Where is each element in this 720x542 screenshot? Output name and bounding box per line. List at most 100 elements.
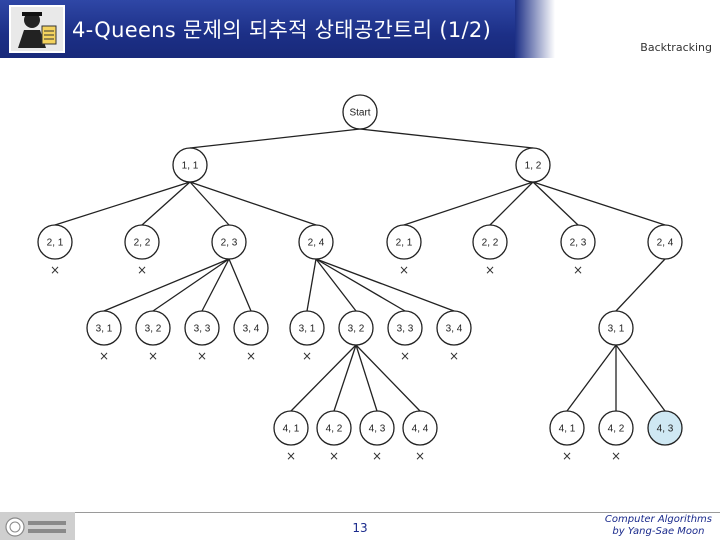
prune-mark-icon: ×	[372, 449, 382, 463]
prune-mark-icon: ×	[399, 263, 409, 277]
node-label: 2, 4	[657, 238, 674, 249]
prune-mark-icon: ×	[302, 349, 312, 363]
tree-node-b7: 2, 3 ×	[560, 224, 596, 277]
prune-mark-icon: ×	[562, 449, 572, 463]
tree-node-c6: 3, 2	[338, 310, 374, 346]
topic-label: Backtracking	[640, 41, 712, 54]
node-label: 2, 1	[396, 238, 413, 249]
tree-edge	[189, 128, 361, 149]
node-label: 4, 1	[559, 424, 576, 435]
node-label: 2, 2	[134, 238, 151, 249]
tree-edge	[615, 344, 666, 412]
slide-header: 4-Queens 문제의 되추적 상태공간트리 (1/2) Backtracki…	[0, 0, 720, 60]
node-label: 3, 3	[397, 324, 414, 335]
prune-mark-icon: ×	[99, 349, 109, 363]
prune-mark-icon: ×	[573, 263, 583, 277]
prune-mark-icon: ×	[329, 449, 339, 463]
prune-mark-icon: ×	[50, 263, 60, 277]
node-label: 4, 3	[369, 424, 386, 435]
tree-edge	[333, 344, 357, 412]
prune-mark-icon: ×	[137, 263, 147, 277]
tree-edge	[566, 344, 617, 412]
node-label: 2, 3	[221, 238, 238, 249]
tree-edge	[103, 258, 230, 312]
prune-mark-icon: ×	[400, 349, 410, 363]
tree-node-b8: 2, 4	[647, 224, 683, 260]
tree-edge	[141, 181, 191, 226]
tree-edge	[359, 128, 534, 149]
tree-edge	[228, 258, 252, 312]
tree-node-c1: 3, 1 ×	[86, 310, 122, 363]
node-label: 3, 3	[194, 324, 211, 335]
tree-node-c5: 3, 1 ×	[289, 310, 325, 363]
prune-mark-icon: ×	[611, 449, 621, 463]
credit-line-2: by Yang-Sae Moon	[612, 526, 705, 537]
node-label: 4, 3	[657, 424, 674, 435]
tree-edge	[489, 181, 534, 226]
tree-node-b2: 2, 2 ×	[124, 224, 160, 277]
tree-node-c8: 3, 4 ×	[436, 310, 472, 363]
node-label: 2, 2	[482, 238, 499, 249]
tree-node-c3: 3, 3 ×	[184, 310, 220, 363]
node-label: 4, 1	[283, 424, 300, 435]
page-number: 13	[352, 521, 368, 535]
tree-edge	[532, 181, 579, 226]
node-label: 3, 4	[243, 324, 260, 335]
node-label: 4, 2	[608, 424, 625, 435]
title-band-fade	[515, 0, 555, 58]
tree-node-start: Start	[342, 94, 378, 130]
tree-edge	[315, 258, 406, 312]
node-label: 3, 1	[608, 324, 625, 335]
footer-divider	[0, 512, 720, 513]
tree-nodes: Start1, 1 1, 22, 1×2, 2×2, 3 2, 4 2, 1×2, 2…	[37, 94, 683, 463]
tree-node-d6: 4, 2 ×	[598, 410, 634, 463]
node-label: 2, 4	[308, 238, 325, 249]
tree-node-c4: 3, 4 ×	[233, 310, 269, 363]
tree-edge	[403, 181, 534, 226]
node-label: 3, 2	[145, 324, 162, 335]
tree-node-d7: 4, 3	[647, 410, 683, 446]
node-label: 3, 1	[96, 324, 113, 335]
university-logo-icon	[4, 516, 70, 538]
node-label: 4, 2	[326, 424, 343, 435]
prune-mark-icon: ×	[246, 349, 256, 363]
professor-logo-icon	[8, 4, 66, 54]
node-label: 3, 2	[348, 324, 365, 335]
tree-node-a1: 1, 1	[172, 147, 208, 183]
node-label: 1, 1	[182, 161, 199, 172]
credit-line-1: Computer Algorithms	[604, 514, 712, 525]
prune-mark-icon: ×	[415, 449, 425, 463]
slide-title: 4-Queens 문제의 되추적 상태공간트리 (1/2)	[72, 18, 492, 42]
tree-node-b1: 2, 1 ×	[37, 224, 73, 277]
tree-edge	[355, 344, 421, 412]
tree-edge	[54, 181, 191, 226]
tree-node-c9: 3, 1	[598, 310, 634, 346]
node-label: 1, 2	[525, 161, 542, 172]
tree-edge	[532, 181, 666, 226]
prune-mark-icon: ×	[197, 349, 207, 363]
tree-edge	[290, 344, 357, 412]
prune-mark-icon: ×	[148, 349, 158, 363]
state-space-tree: Start1, 1 1, 22, 1×2, 2×2, 3 2, 4 2, 1×2, 2…	[37, 94, 683, 463]
node-label: 2, 1	[47, 238, 64, 249]
node-label: 3, 1	[299, 324, 316, 335]
tree-edge	[306, 258, 317, 312]
tree-node-c2: 3, 2 ×	[135, 310, 171, 363]
prune-mark-icon: ×	[449, 349, 459, 363]
tree-node-b6: 2, 2 ×	[472, 224, 508, 277]
tree-node-b4: 2, 4	[298, 224, 334, 260]
node-label: 4, 4	[412, 424, 429, 435]
tree-node-c7: 3, 3 ×	[387, 310, 423, 363]
tree-node-b5: 2, 1 ×	[386, 224, 422, 277]
tree-node-d4: 4, 4 ×	[402, 410, 438, 463]
course-credits: Computer Algorithms by Yang-Sae Moon	[605, 514, 712, 538]
tree-node-b3: 2, 3	[211, 224, 247, 260]
node-label: 3, 4	[446, 324, 463, 335]
node-label: 2, 3	[570, 238, 587, 249]
tree-node-d2: 4, 2 ×	[316, 410, 352, 463]
tree-node-d1: 4, 1 ×	[273, 410, 309, 463]
tree-node-d5: 4, 1 ×	[549, 410, 585, 463]
prune-mark-icon: ×	[485, 263, 495, 277]
node-label: Start	[349, 108, 370, 119]
tree-node-a2: 1, 2	[515, 147, 551, 183]
